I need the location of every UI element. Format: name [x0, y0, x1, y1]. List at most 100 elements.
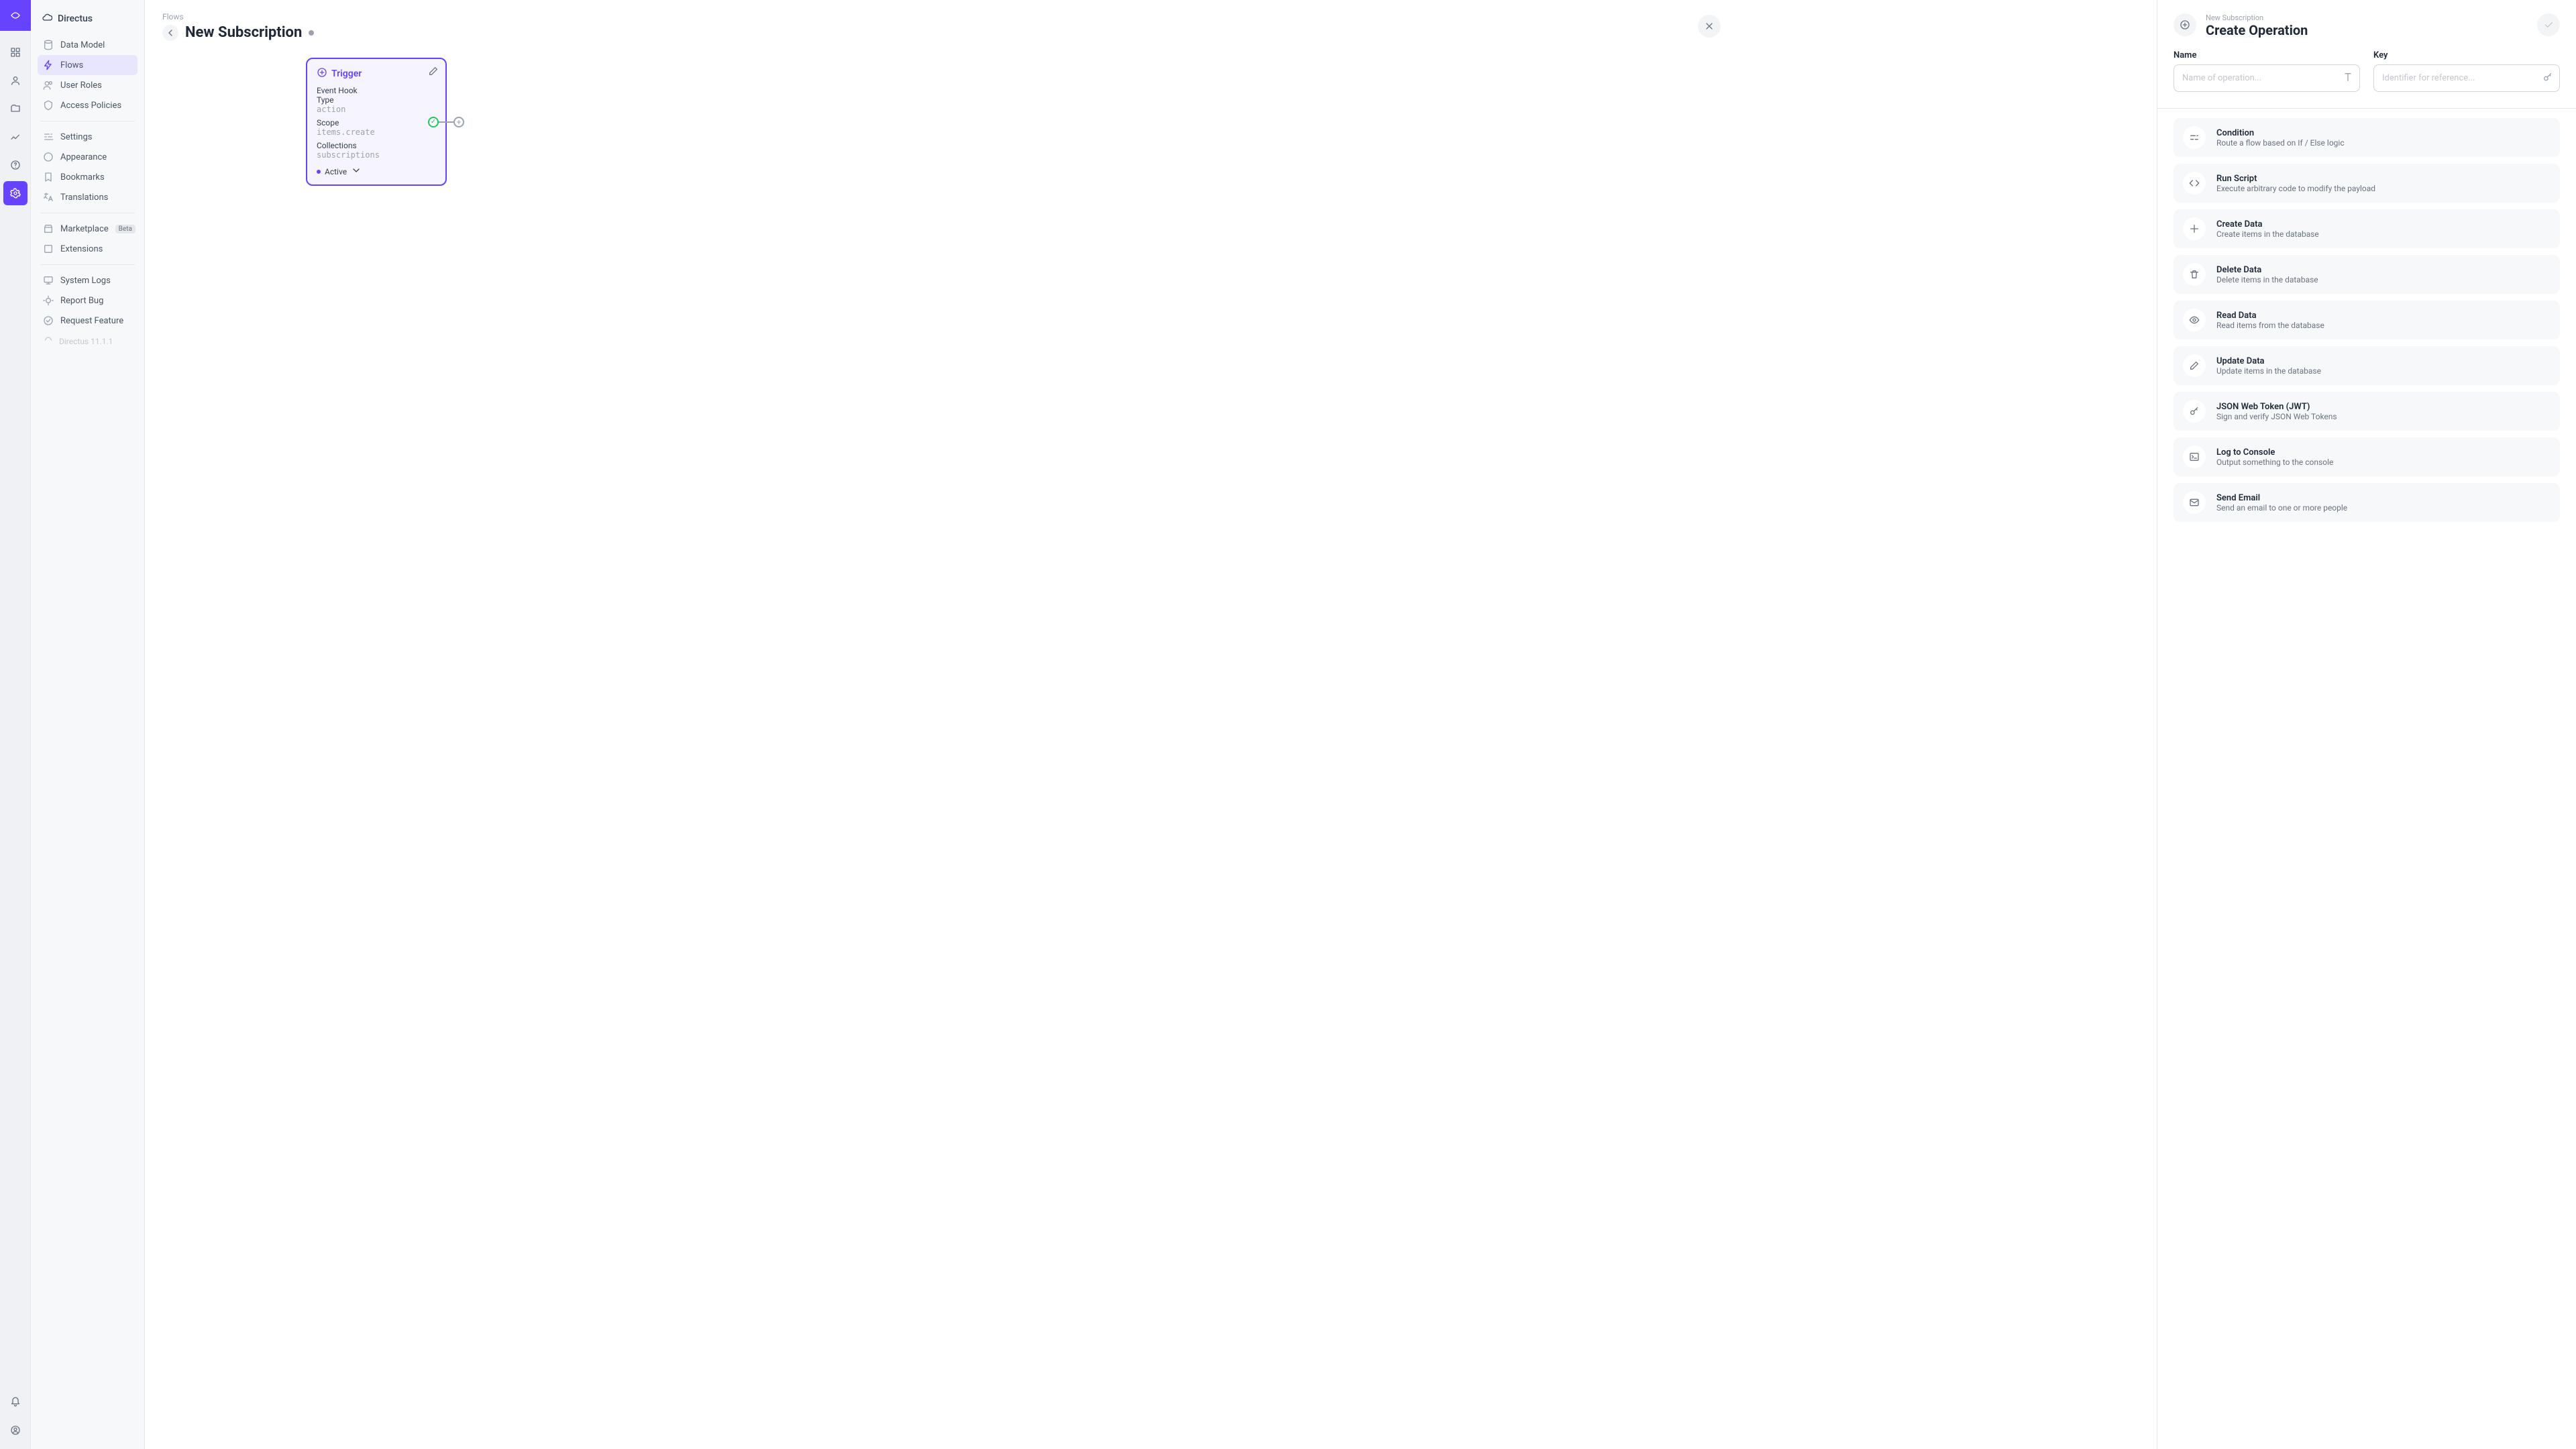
store-icon	[43, 223, 54, 234]
sidebar-item-marketplace[interactable]: MarketplaceBeta	[38, 219, 138, 239]
sidebar-item-bookmarks[interactable]: Bookmarks	[38, 167, 138, 187]
puzzle-icon	[43, 244, 54, 254]
plus-icon	[2183, 217, 2206, 240]
sidebar-item-appearance[interactable]: Appearance	[38, 147, 138, 167]
key-field-label: Key	[2373, 50, 2560, 60]
close-drawer-button[interactable]	[1698, 15, 1721, 38]
rail-insights-icon[interactable]	[3, 125, 28, 149]
sidebar-item-flows[interactable]: Flows	[38, 55, 138, 75]
key-input[interactable]	[2373, 64, 2560, 92]
op-title: Update Data	[2216, 356, 2551, 366]
confirm-button[interactable]	[2537, 13, 2560, 36]
op-desc: Create items in the database	[2216, 229, 2551, 239]
shield-icon	[43, 100, 54, 111]
pencil-icon	[2183, 354, 2206, 377]
translate-icon	[43, 192, 54, 203]
rail-docs-icon[interactable]	[3, 153, 28, 177]
op-desc: Delete items in the database	[2216, 275, 2551, 284]
trigger-field-value: subscriptions	[317, 150, 436, 160]
success-port-icon[interactable]: ✓	[428, 117, 439, 127]
unsaved-indicator-icon	[309, 30, 314, 36]
op-send-email[interactable]: Send EmailSend an email to one or more p…	[2174, 483, 2560, 522]
rail-collections-icon[interactable]	[3, 40, 28, 64]
flow-canvas: Flows New Subscription Trigger Event Hoo…	[145, 0, 2157, 1449]
sidebar-divider	[40, 264, 135, 265]
op-title: Run Script	[2216, 174, 2551, 184]
op-desc: Send an email to one or more people	[2216, 503, 2551, 513]
trigger-field-value: action	[317, 105, 436, 114]
icon-rail	[0, 0, 31, 1449]
sidebar-item-settings[interactable]: Settings	[38, 127, 138, 147]
breadcrumb[interactable]: Flows	[145, 0, 2157, 21]
drawer-divider	[2157, 108, 2576, 109]
operation-type-list: ConditionRoute a flow based on If / Else…	[2157, 118, 2576, 538]
drawer-title: Create Operation	[2206, 22, 2528, 38]
sidebar-item-label: Settings	[60, 132, 92, 142]
users-icon	[43, 80, 54, 91]
condition-icon	[2183, 126, 2206, 149]
sidebar-item-translations[interactable]: Translations	[38, 187, 138, 207]
create-operation-drawer: New Subscription Create Operation Name K…	[2157, 0, 2576, 1449]
op-condition[interactable]: ConditionRoute a flow based on If / Else…	[2174, 118, 2560, 157]
add-operation-button[interactable]: +	[453, 117, 464, 127]
op-desc: Route a flow based on If / Else logic	[2216, 138, 2551, 148]
rail-files-icon[interactable]	[3, 97, 28, 121]
trigger-status: Active	[325, 167, 347, 176]
text-format-icon[interactable]	[2343, 72, 2353, 85]
sidebar-item-access-policies[interactable]: Access Policies	[38, 95, 138, 115]
version-label: Directus 11.1.1	[38, 331, 138, 352]
sidebar-item-label: Flows	[60, 60, 83, 70]
bolt-icon	[43, 60, 54, 70]
chevron-down-icon[interactable]	[351, 165, 362, 178]
mail-icon	[2183, 491, 2206, 514]
sidebar-item-user-roles[interactable]: User Roles	[38, 75, 138, 95]
sidebar-item-label: System Logs	[60, 276, 111, 286]
op-title: Log to Console	[2216, 447, 2551, 458]
op-desc: Update items in the database	[2216, 366, 2551, 376]
edit-trigger-button[interactable]	[428, 66, 439, 79]
database-icon	[43, 40, 54, 50]
sidebar-item-label: Extensions	[60, 244, 103, 254]
sidebar-item-extensions[interactable]: Extensions	[38, 239, 138, 259]
sidebar-item-label: Access Policies	[60, 101, 121, 111]
trigger-field-label: Collections	[317, 141, 436, 150]
op-read-data[interactable]: Read DataRead items from the database	[2174, 301, 2560, 339]
page-title: New Subscription	[185, 24, 302, 41]
rail-account-icon[interactable]	[3, 1418, 28, 1442]
op-desc: Output something to the console	[2216, 458, 2551, 467]
op-log-console[interactable]: Log to ConsoleOutput something to the co…	[2174, 437, 2560, 476]
check-circle-icon	[43, 315, 54, 326]
drawer-badge-icon	[2174, 13, 2196, 36]
key-icon[interactable]	[2542, 72, 2553, 85]
drawer-pretitle: New Subscription	[2206, 13, 2528, 22]
op-update-data[interactable]: Update DataUpdate items in the database	[2174, 346, 2560, 385]
op-delete-data[interactable]: Delete DataDelete items in the database	[2174, 255, 2560, 294]
sidebar-item-data-model[interactable]: Data Model	[38, 35, 138, 55]
back-button[interactable]	[162, 25, 178, 41]
sidebar-item-request-feature[interactable]: Request Feature	[38, 311, 138, 331]
name-input[interactable]	[2174, 64, 2360, 92]
sidebar-item-label: Data Model	[60, 40, 105, 50]
beta-badge: Beta	[115, 225, 136, 233]
palette-icon	[43, 152, 54, 162]
sidebar-item-label: Bookmarks	[60, 172, 105, 182]
sidebar-item-label: Translations	[60, 193, 108, 203]
plus-circle-icon	[317, 67, 327, 80]
op-run-script[interactable]: Run ScriptExecute arbitrary code to modi…	[2174, 164, 2560, 203]
code-icon	[2183, 172, 2206, 195]
brand-text: Directus	[58, 13, 93, 24]
sidebar-item-report-bug[interactable]: Report Bug	[38, 290, 138, 311]
trigger-title: Trigger	[331, 68, 362, 79]
rail-settings-icon[interactable]	[3, 181, 28, 205]
sidebar-item-label: Report Bug	[60, 296, 103, 306]
rail-notifications-icon[interactable]	[3, 1390, 28, 1414]
op-title: Read Data	[2216, 311, 2551, 321]
op-create-data[interactable]: Create DataCreate items in the database	[2174, 209, 2560, 248]
sidebar-item-system-logs[interactable]: System Logs	[38, 270, 138, 290]
cloud-icon	[42, 12, 52, 25]
trigger-node[interactable]: Trigger Event Hook Type action Scope ite…	[306, 58, 447, 186]
op-title: Create Data	[2216, 219, 2551, 229]
op-jwt[interactable]: JSON Web Token (JWT)Sign and verify JSON…	[2174, 392, 2560, 431]
rail-users-icon[interactable]	[3, 68, 28, 93]
logo-icon[interactable]	[0, 0, 31, 31]
